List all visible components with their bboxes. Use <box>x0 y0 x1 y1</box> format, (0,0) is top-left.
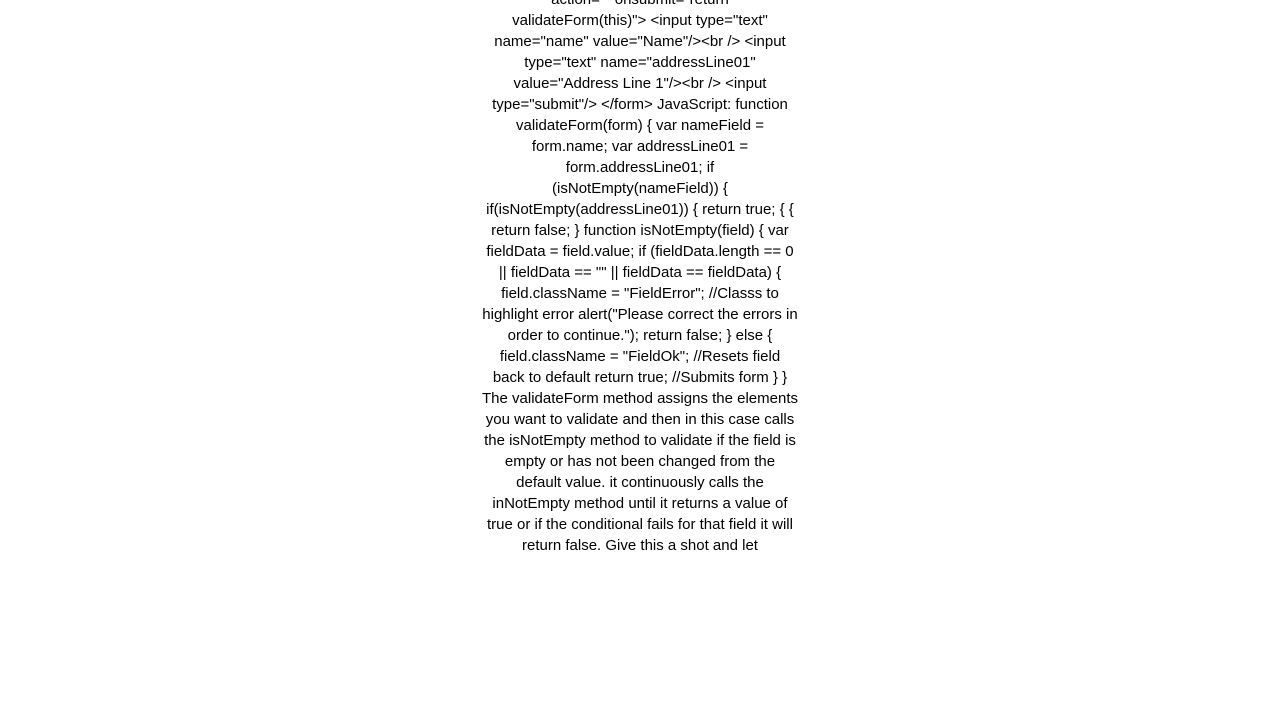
page-viewport: action="" onsubmit="return validateForm(… <box>0 0 1280 720</box>
post-content-column: action="" onsubmit="return validateForm(… <box>482 0 798 556</box>
post-body-text: action="" onsubmit="return validateForm(… <box>482 0 798 554</box>
